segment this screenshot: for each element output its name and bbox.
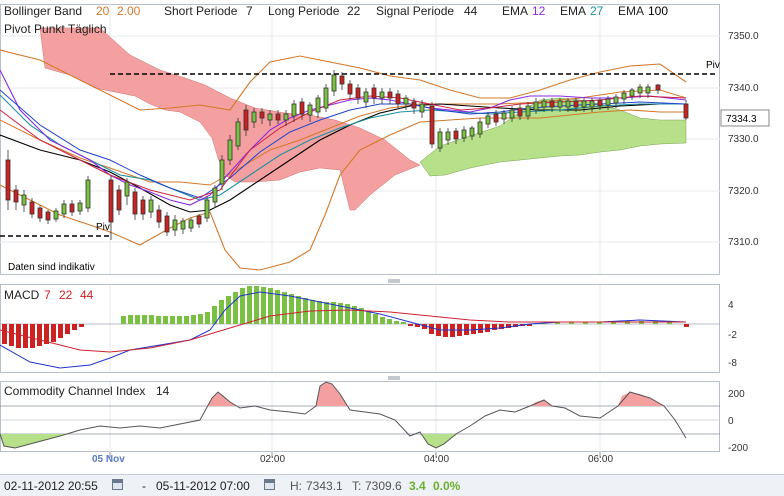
- ema12-value: 12: [532, 4, 546, 18]
- price-tick: 7320.0: [728, 186, 759, 197]
- price-tick: 7330.0: [728, 134, 759, 145]
- bollinger-period: 20: [96, 4, 110, 18]
- ema100-value: 100: [648, 4, 668, 18]
- bollinger-label: Bollinger Band: [4, 4, 82, 18]
- panel-splitter-handle[interactable]: [388, 376, 400, 380]
- range-separator: -: [142, 479, 146, 493]
- signal-period-value: 44: [464, 4, 478, 18]
- price-y-axis: 7350.0 7340.0 7330.0 7320.0 7310.0: [728, 31, 759, 248]
- macd-p1: 7: [44, 288, 51, 302]
- macd-legend: MACD 7 22 44: [4, 288, 94, 302]
- high-value: 7343.1: [306, 479, 343, 493]
- change-value: 3.4: [409, 479, 426, 493]
- long-period-value: 22: [347, 4, 361, 18]
- cci-tick: 200: [728, 389, 745, 400]
- range-to-input[interactable]: 05-11-2012 07:00: [156, 479, 250, 493]
- ema100-label: EMA: [618, 4, 644, 18]
- price-tick: 7310.0: [728, 237, 759, 248]
- ema27-value: 27: [590, 4, 604, 18]
- long-period-label: Long Periode: [268, 4, 340, 18]
- pivot-label-right: Piv: [706, 60, 720, 71]
- range-from-input[interactable]: 02-11-2012 20:55: [4, 479, 98, 493]
- macd-label: MACD: [4, 288, 40, 302]
- time-x-axis: 05 Nov 02:00 04:00 06:00: [92, 452, 613, 465]
- x-label-time: 02:00: [260, 454, 285, 465]
- cci-period: 14: [156, 384, 170, 398]
- macd-p3: 44: [80, 288, 94, 302]
- cci-tick: -200: [728, 443, 748, 454]
- macd-y-axis: 4 -2 -8: [728, 300, 737, 369]
- macd-tick: -8: [728, 358, 737, 369]
- x-label-date: 05 Nov: [92, 454, 125, 465]
- current-price-value: 7334.3: [726, 114, 757, 125]
- pivot-legend-label: Pivot Punkt Täglich: [4, 22, 107, 36]
- cci-label: Commodity Channel Index: [4, 384, 145, 398]
- calendar-icon[interactable]: [264, 479, 275, 490]
- bollinger-dev: 2.00: [117, 4, 141, 18]
- change-percent: 0.0%: [433, 479, 461, 493]
- macd-p2: 22: [59, 288, 73, 302]
- cci-y-axis: 200 0 -200: [728, 389, 748, 454]
- pivot-label-left: Piv: [96, 222, 110, 233]
- low-value: 7309.6: [365, 479, 402, 493]
- x-label-time: 06:00: [588, 454, 613, 465]
- disclaimer-text: Daten sind indikativ: [8, 262, 95, 273]
- panel-splitter-handle[interactable]: [388, 279, 400, 283]
- short-period-value: 7: [246, 4, 253, 18]
- cci-tick: 0: [728, 416, 734, 427]
- short-period-label: Short Periode: [164, 4, 238, 18]
- cci-legend: Commodity Channel Index 14: [4, 384, 170, 398]
- price-tick: 7340.0: [728, 83, 759, 94]
- calendar-icon[interactable]: [112, 479, 123, 490]
- ema27-label: EMA: [560, 4, 586, 18]
- price-tick: 7350.0: [728, 31, 759, 42]
- macd-tick: 4: [728, 300, 734, 311]
- ema12-label: EMA: [502, 4, 528, 18]
- bottom-status-bar: 02-11-2012 20:55 - 05-11-2012 07:00 H: 7…: [0, 474, 784, 496]
- price-chart[interactable]: 7350.0 7340.0 7330.0 7320.0 7310.0 7334.…: [0, 0, 784, 495]
- high-label: H:: [290, 479, 302, 493]
- macd-panel-frame: [0, 284, 720, 373]
- current-price-marker: 7334.3: [720, 109, 770, 127]
- low-label: T:: [352, 479, 362, 493]
- macd-tick: -2: [728, 330, 737, 341]
- signal-period-label: Signal Periode: [376, 4, 454, 18]
- x-label-time: 04:00: [424, 454, 449, 465]
